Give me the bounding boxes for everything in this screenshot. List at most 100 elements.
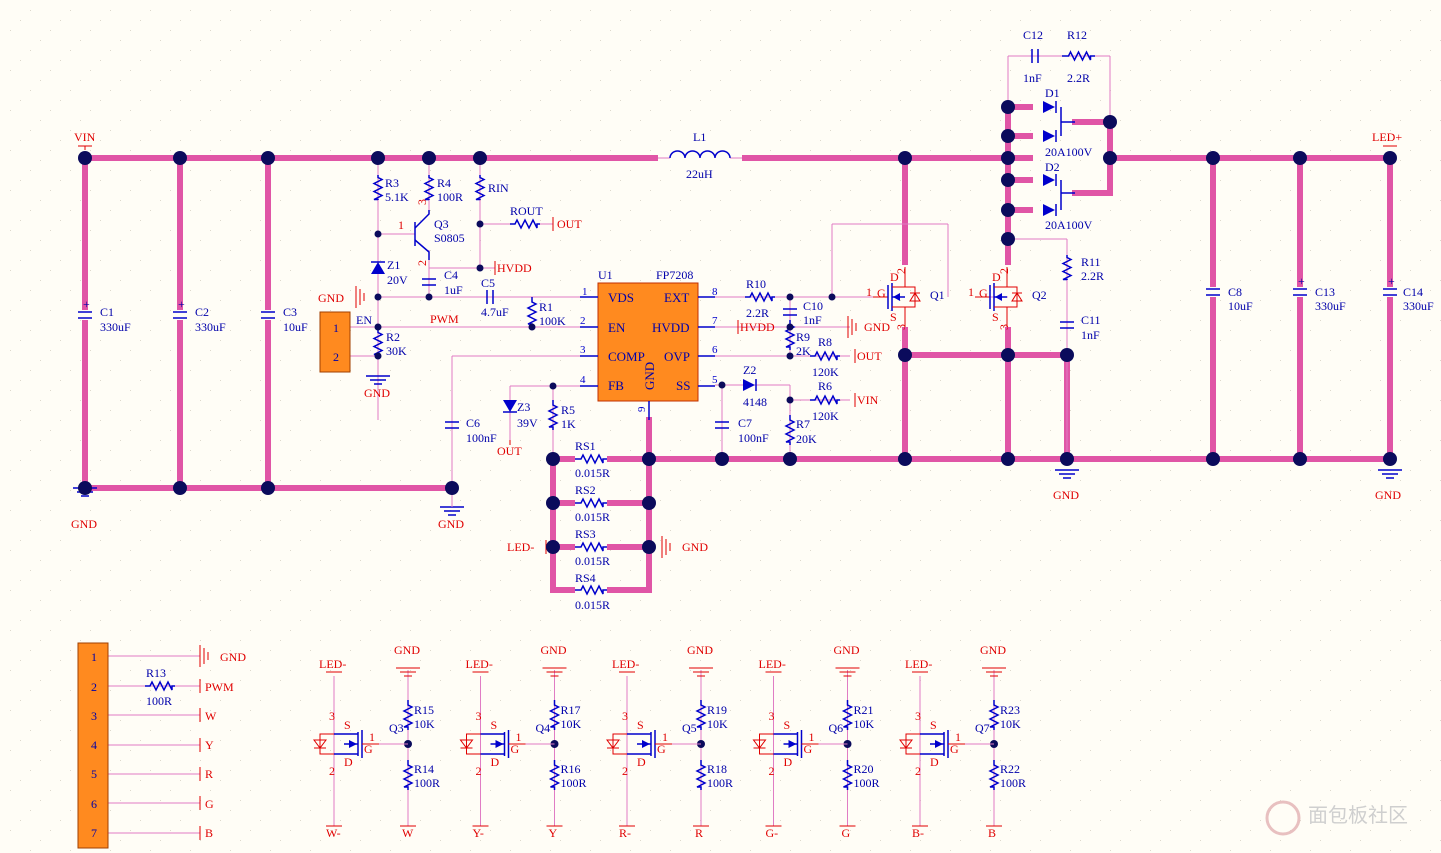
grid-dot xyxy=(770,310,771,311)
label-pin_numbers-s: S xyxy=(930,718,937,732)
grid-dot xyxy=(520,560,521,561)
grid-dot xyxy=(980,180,981,181)
grid-dot xyxy=(920,640,921,641)
grid-dot xyxy=(1070,290,1071,291)
grid-dot xyxy=(1250,150,1251,151)
grid-dot xyxy=(280,600,281,601)
grid-dot xyxy=(1390,530,1391,531)
label-nets-gnd: GND xyxy=(1053,488,1079,502)
grid-dot xyxy=(1140,780,1141,781)
grid-dot xyxy=(1050,710,1051,711)
grid-dot xyxy=(1000,480,1001,481)
grid-dot xyxy=(190,10,191,11)
grid-dot xyxy=(350,650,351,651)
grid-dot xyxy=(990,130,991,131)
grid-dot xyxy=(970,270,971,271)
grid-dot xyxy=(1360,200,1361,201)
grid-dot xyxy=(750,410,751,411)
grid-dot xyxy=(470,490,471,491)
grid-dot xyxy=(350,210,351,211)
grid-dot xyxy=(650,230,651,231)
grid-dot xyxy=(110,10,111,11)
grid-dot xyxy=(810,150,811,151)
grid-dot xyxy=(930,110,931,111)
grid-dot xyxy=(1200,280,1201,281)
grid-dot xyxy=(1270,170,1271,171)
grid-dot xyxy=(1190,50,1191,51)
grid-dot xyxy=(1040,600,1041,601)
grid-dot xyxy=(1370,390,1371,391)
grid-dot xyxy=(1250,230,1251,231)
grid-dot xyxy=(60,140,61,141)
grid-dot xyxy=(250,150,251,151)
grid-dot xyxy=(520,320,521,321)
grid-dot xyxy=(360,280,361,281)
label-channels-2-drain: R- xyxy=(619,826,631,840)
grid-dot xyxy=(1320,40,1321,41)
grid-dot xyxy=(400,600,401,601)
grid-dot xyxy=(20,820,21,821)
grid-dot xyxy=(390,50,391,51)
grid-dot xyxy=(170,30,171,31)
grid-dot xyxy=(1050,550,1051,551)
grid-dot xyxy=(970,630,971,631)
grid-dot xyxy=(280,240,281,241)
grid-dot xyxy=(40,840,41,841)
grid-dot xyxy=(1180,540,1181,541)
grid-dot xyxy=(1270,570,1271,571)
grid-dot xyxy=(1180,580,1181,581)
grid-dot xyxy=(230,10,231,11)
grid-dot xyxy=(1120,480,1121,481)
label-pin_numbers-p3: 3 xyxy=(580,344,586,356)
label-components-r9-value: 2K xyxy=(796,344,811,358)
grid-dot xyxy=(430,690,431,691)
grid-dot xyxy=(1330,790,1331,791)
grid-dot xyxy=(760,560,761,561)
grid-dot xyxy=(990,530,991,531)
grid-dot xyxy=(150,450,151,451)
grid-dot xyxy=(500,820,501,821)
grid-dot xyxy=(710,810,711,811)
grid-dot xyxy=(850,350,851,351)
label-pin_numbers-g: G xyxy=(804,742,813,756)
grid-dot xyxy=(1370,790,1371,791)
grid-dot xyxy=(860,180,861,181)
junction-dot xyxy=(1001,348,1015,362)
grid-dot xyxy=(520,760,521,761)
grid-dot xyxy=(1180,260,1181,261)
grid-dot xyxy=(1050,70,1051,71)
label-components-d1-ref: D1 xyxy=(1045,86,1060,100)
label-nets-hvdd: HVDD xyxy=(740,320,775,334)
grid-dot xyxy=(860,620,861,621)
grid-dot xyxy=(780,380,781,381)
grid-dot xyxy=(1040,720,1041,721)
grid-dot xyxy=(560,120,561,121)
grid-dot xyxy=(680,640,681,641)
grid-dot xyxy=(610,110,611,111)
grid-dot xyxy=(750,490,751,491)
label-pin_numbers-g: G xyxy=(364,742,373,756)
label-nets-gnd: GND xyxy=(541,643,567,657)
grid-dot xyxy=(120,720,121,721)
grid-dot xyxy=(1240,560,1241,561)
grid-dot xyxy=(380,100,381,101)
grid-dot xyxy=(840,800,841,801)
grid-dot xyxy=(370,710,371,711)
grid-dot xyxy=(930,350,931,351)
grid-dot xyxy=(850,230,851,231)
label-components-c3-value: 10uF xyxy=(283,320,308,334)
grid-dot xyxy=(1350,650,1351,651)
grid-dot xyxy=(80,240,81,241)
grid-dot xyxy=(630,50,631,51)
grid-dot xyxy=(500,540,501,541)
grid-dot xyxy=(1160,720,1161,721)
grid-dot xyxy=(280,640,281,641)
grid-dot xyxy=(950,410,951,411)
label-nets-pwm: PWM xyxy=(430,312,459,326)
grid-dot xyxy=(920,120,921,121)
grid-dot xyxy=(640,200,641,201)
grid-dot xyxy=(1310,330,1311,331)
grid-dot xyxy=(230,770,231,771)
grid-dot xyxy=(820,820,821,821)
grid-dot xyxy=(950,450,951,451)
